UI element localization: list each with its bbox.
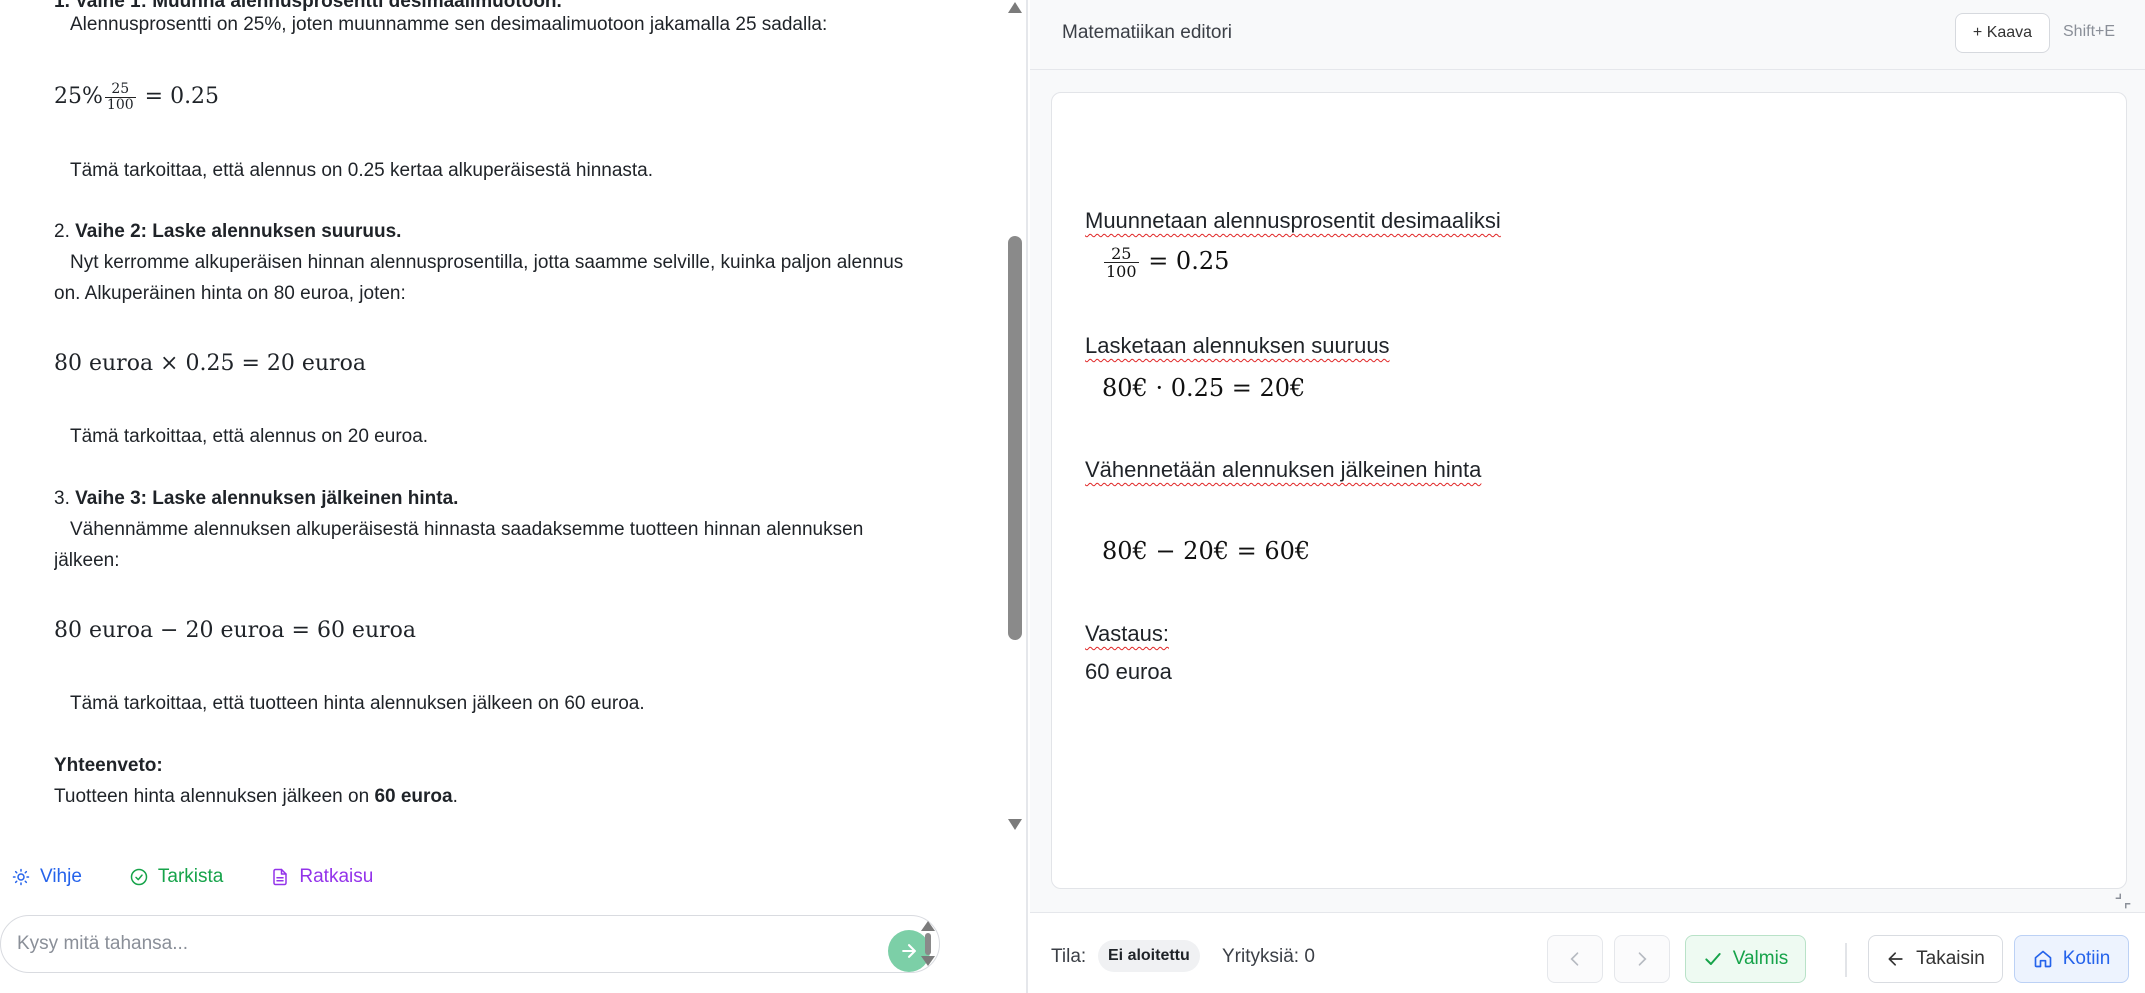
done-button[interactable]: Valmis <box>1685 935 1806 983</box>
check-button[interactable]: Tarkista <box>130 862 223 892</box>
step3-heading: Vaihe 3: Laske alennuksen jälkeinen hint… <box>75 488 459 509</box>
solution-content: 1. Vaihe 1: Muunna alennusprosentti desi… <box>54 0 1004 820</box>
editor-canvas[interactable]: Muunnetaan alennusprosentit desimaaliksi… <box>1051 92 2127 889</box>
editor-math-2[interactable]: 80€ · 0.25 = 20€ <box>1102 374 1305 402</box>
back-label: Takaisin <box>1916 948 1985 969</box>
hint-label: Vihje <box>40 866 82 887</box>
step3-heading-line: 3. Vaihe 3: Laske alennuksen jälkeinen h… <box>54 483 458 514</box>
chat-scroll-thumb[interactable] <box>925 933 931 955</box>
content-scrollbar[interactable] <box>1005 0 1025 833</box>
chat-scroll-up-icon[interactable] <box>921 921 935 931</box>
math-editor-pane: Matematiikan editori + Kaava Shift+E Muu… <box>1030 0 2145 993</box>
chevron-left-icon <box>1570 952 1579 966</box>
back-button[interactable]: Takaisin <box>1868 935 2003 983</box>
editor-line-1-text: Muunnetaan alennusprosentit desimaaliksi <box>1085 208 1501 233</box>
step1-text: Alennusprosentti on 25%, joten muunnamme… <box>70 14 828 35</box>
step3-text-line2: jälkeen: <box>54 550 120 571</box>
done-label: Valmis <box>1732 948 1789 969</box>
editor-fraction-denominator: 100 <box>1106 262 1137 281</box>
step1-math-suffix: = 0.25 <box>144 84 220 109</box>
home-label: Kotiin <box>2062 948 2111 969</box>
editor-title: Matematiikan editori <box>1062 22 1233 43</box>
summary-text-line: Tuotteen hinta alennuksen jälkeen on 60 … <box>54 781 458 812</box>
chat-input[interactable] <box>17 928 857 960</box>
formula-shortcut-hint: Shift+E <box>2063 23 2116 40</box>
check-circle-icon <box>130 868 148 886</box>
home-icon <box>2034 950 2052 968</box>
chevron-right-icon <box>1638 952 1647 966</box>
state-label: Tila: <box>1051 946 1087 967</box>
editor-fraction: 25 100 <box>1104 245 1139 280</box>
summary-heading: Yhteenveto: <box>54 755 163 776</box>
editor-line-3: Vähennetään alennuksen jälkeinen hinta <box>1085 457 1481 483</box>
state-badge: Ei aloitettu <box>1098 940 1200 972</box>
step3-math: 80 euroa − 20 euroa = 60 euroa <box>54 618 417 643</box>
step2-note: Tämä tarkoittaa, että alennus on 20 euro… <box>70 426 429 447</box>
solution-button[interactable]: Ratkaisu <box>271 862 373 892</box>
answer-label-text: Vastaus: <box>1085 621 1169 646</box>
checkmark-icon <box>1705 953 1721 965</box>
hint-button[interactable]: Vihje <box>12 862 82 892</box>
add-formula-button[interactable]: + Kaava <box>1955 13 2050 53</box>
collapse-icon[interactable] <box>2112 890 2134 912</box>
footer-divider <box>1845 943 1847 977</box>
check-label: Tarkista <box>157 866 224 887</box>
arrow-right-icon <box>902 944 916 958</box>
fraction-denominator: 100 <box>106 96 134 113</box>
summary-text: Tuotteen hinta alennuksen jälkeen on <box>54 786 370 807</box>
chat-pane: 1. Vaihe 1: Muunna alennusprosentti desi… <box>0 0 1028 993</box>
home-button[interactable]: Kotiin <box>2014 935 2129 983</box>
editor-footer: Tila: Ei aloitettu Yrityksiä: 0 Valmis T… <box>1030 912 2145 993</box>
document-icon <box>273 868 288 886</box>
step2-text-line2: on. Alkuperäinen hinta on 80 euroa, jote… <box>54 283 406 304</box>
step2-heading: Vaihe 2: Laske alennuksen suuruus. <box>75 221 402 242</box>
attempts-counter: Yrityksiä: 0 <box>1222 946 1315 967</box>
step1-fraction: 25 100 <box>104 81 136 113</box>
step3-number: 3. <box>54 488 70 509</box>
scroll-up-arrow-icon[interactable] <box>1008 2 1022 13</box>
step2-text-line1: Nyt kerromme alkuperäisen hinnan alennus… <box>70 252 904 273</box>
arrow-left-icon <box>1888 952 1903 966</box>
step2-math: 80 euroa × 0.25 = 20 euroa <box>54 351 366 376</box>
lightbulb-icon <box>12 868 30 886</box>
answer-value-text: 60 euroa <box>1085 659 1172 684</box>
editor-math-1-suffix: = 0.25 <box>1148 247 1230 275</box>
chat-input-box <box>0 915 940 973</box>
editor-math-3[interactable]: 80€ − 20€ = 60€ <box>1102 537 1310 565</box>
editor-answer-value: 60 euroa <box>1085 659 1172 685</box>
editor-header: Matematiikan editori + Kaava Shift+E <box>1030 0 2145 70</box>
summary-end: . <box>452 786 458 807</box>
previous-button[interactable] <box>1547 935 1603 983</box>
scrollbar-thumb[interactable] <box>1008 236 1022 640</box>
fraction-numerator: 25 <box>104 81 136 98</box>
step3-note: Tämä tarkoittaa, että tuotteen hinta ale… <box>70 693 645 714</box>
step2-number: 2. <box>54 221 70 242</box>
step1-note: Tämä tarkoittaa, että alennus on 0.25 ke… <box>70 160 654 181</box>
solution-label: Ratkaisu <box>299 866 374 887</box>
next-button[interactable] <box>1614 935 1670 983</box>
step2-heading-line: 2. Vaihe 2: Laske alennuksen suuruus. <box>54 216 401 247</box>
action-row: Vihje Tarkista Ratkaisu <box>12 862 373 892</box>
step1-math-prefix: 25% <box>54 84 103 109</box>
editor-line-2-text: Lasketaan alennuksen suuruus <box>1085 333 1390 358</box>
step3-text-line1: Vähennämme alennuksen alkuperäisestä hin… <box>70 519 864 540</box>
editor-line-3-text: Vähennetään alennuksen jälkeinen hinta <box>1085 457 1482 482</box>
editor-answer-label: Vastaus: <box>1085 621 1169 647</box>
chat-input-scrollbar[interactable] <box>921 921 935 967</box>
editor-fraction-numerator: 25 <box>1104 245 1139 263</box>
summary-value: 60 euroa <box>374 786 453 807</box>
step1-math: 25% 25 100 = 0.25 <box>54 81 219 113</box>
editor-line-1: Muunnetaan alennusprosentit desimaaliksi <box>1085 208 1501 234</box>
chat-scroll-down-icon[interactable] <box>921 956 935 966</box>
scroll-down-arrow-icon[interactable] <box>1008 819 1022 830</box>
editor-line-2: Lasketaan alennuksen suuruus <box>1085 333 1390 359</box>
editor-math-1[interactable]: 25 100 = 0.25 <box>1102 245 1229 280</box>
